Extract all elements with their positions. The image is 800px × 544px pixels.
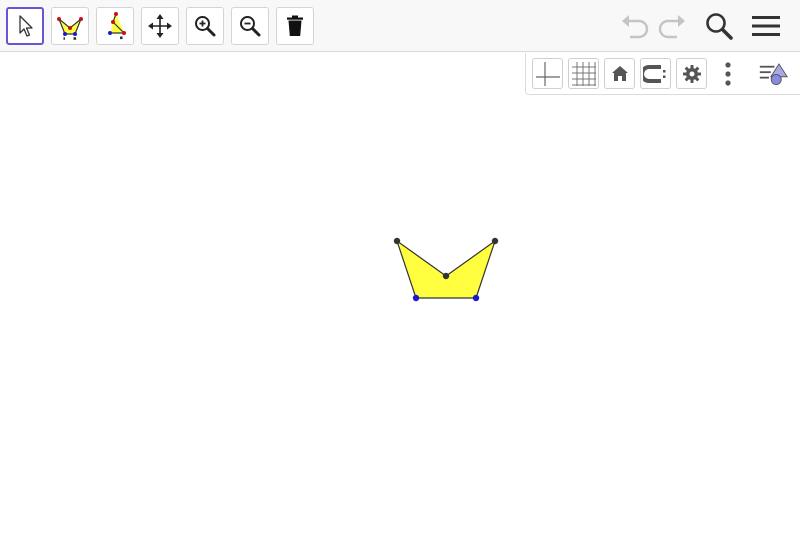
zoom-out-icon xyxy=(240,16,261,37)
polygon-base-point[interactable] xyxy=(412,294,420,302)
graphics-canvas[interactable] xyxy=(0,53,800,540)
polygon-tool-button[interactable] xyxy=(51,7,89,45)
polygon-base-point[interactable] xyxy=(472,294,480,302)
redo-button[interactable] xyxy=(654,8,690,44)
polygon-tool-icon xyxy=(57,17,83,40)
polyline-tool-icon xyxy=(108,12,126,40)
zoom-in-button[interactable] xyxy=(186,7,224,45)
polygon-vertex-point[interactable] xyxy=(491,237,499,245)
polyline-tool-button[interactable] xyxy=(96,7,134,45)
undo-icon xyxy=(622,15,649,39)
redo-icon xyxy=(658,15,685,39)
move-tool-button[interactable] xyxy=(6,7,44,45)
zoom-out-button[interactable] xyxy=(231,7,269,45)
trash-icon xyxy=(287,15,303,36)
cursor-arrow-icon xyxy=(19,15,33,37)
graphics-view[interactable] xyxy=(0,53,800,540)
zoom-in-icon xyxy=(195,16,216,37)
main-menu-button[interactable] xyxy=(748,8,784,44)
menu-icon xyxy=(752,16,780,36)
polygon-vertex-point[interactable] xyxy=(442,272,450,280)
move-arrows-icon xyxy=(148,14,172,38)
search-button[interactable] xyxy=(701,8,737,44)
move-graphics-view-button[interactable] xyxy=(141,7,179,45)
undo-button[interactable] xyxy=(617,8,653,44)
delete-button[interactable] xyxy=(276,7,314,45)
main-toolbar xyxy=(0,0,800,52)
search-icon xyxy=(706,13,733,40)
polygon-shape[interactable] xyxy=(396,240,496,299)
polygon-vertex-point[interactable] xyxy=(393,237,401,245)
